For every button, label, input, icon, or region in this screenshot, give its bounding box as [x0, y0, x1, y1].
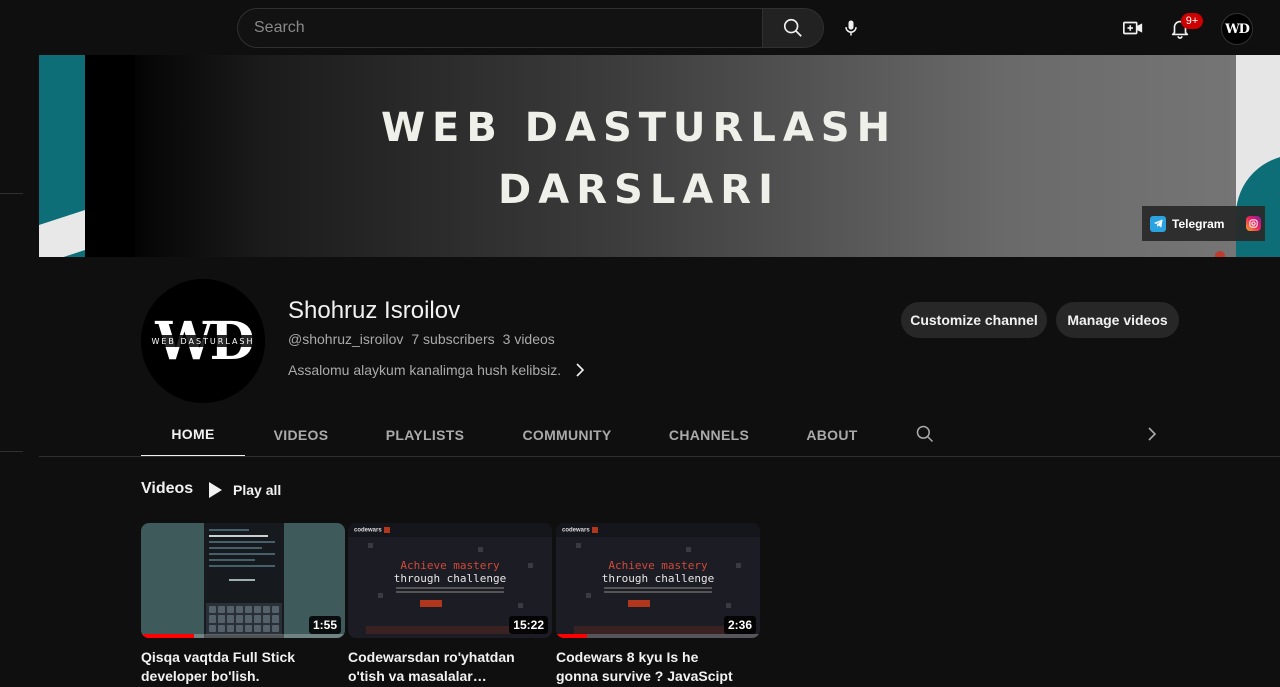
tabs-divider [39, 456, 1280, 457]
tab-playlists[interactable]: PLAYLISTS [357, 412, 493, 457]
thumbnail-decor [576, 543, 581, 548]
instagram-icon[interactable] [1246, 216, 1262, 231]
thumbnail-text-lines [396, 587, 504, 595]
manage-videos-button[interactable]: Manage videos [1056, 302, 1179, 338]
search-button[interactable] [762, 8, 824, 48]
guide-divider [0, 451, 23, 452]
tabs-next-button[interactable] [1142, 424, 1162, 444]
watch-progress [141, 634, 195, 638]
avatar-subtext: WEB DASTURLASH [151, 337, 254, 346]
telegram-link[interactable]: Telegram [1172, 217, 1224, 231]
subscriber-count: 7 subscribers [411, 331, 495, 347]
thumbnail-decor [574, 626, 742, 634]
thumbnail-subheading: through challenge [601, 572, 715, 585]
thumbnail-cta [420, 600, 442, 607]
video-duration: 15:22 [509, 616, 548, 634]
watch-progress [556, 634, 587, 638]
watch-progress-track [556, 634, 760, 638]
thumbnail-text-lines [209, 529, 275, 581]
search-box [237, 8, 824, 48]
thumbnail-text-lines [604, 587, 712, 595]
video-duration: 1:55 [308, 616, 341, 634]
banner-shape [1215, 251, 1225, 257]
thumbnail-decor [686, 547, 691, 552]
thumbnail-heading: Achieve mastery [400, 559, 500, 572]
chevron-right-icon [576, 363, 585, 377]
channel-meta: @shohruz_isroilov 7 subscribers 3 videos [288, 331, 555, 347]
video-title[interactable]: Qisqa vaqtda Full Stick developer bo'lis… [141, 648, 321, 686]
banner-shape [85, 55, 135, 257]
search-icon [783, 18, 802, 37]
guide-divider [0, 193, 23, 194]
thumbnail-subheading: through challenge [393, 572, 507, 585]
mic-icon [845, 20, 857, 36]
video-thumbnail[interactable]: codewars Achieve mastery through challen… [556, 523, 760, 638]
video-duration: 2:36 [723, 616, 756, 634]
tab-videos[interactable]: VIDEOS [245, 412, 357, 457]
channel-description-text: Assalomu alaykum kanalimga hush kelibsiz… [288, 362, 562, 378]
thumbnail-decor [478, 547, 483, 552]
account-avatar[interactable]: WD [1221, 13, 1253, 45]
video-card[interactable]: codewars Achieve mastery through challen… [556, 523, 760, 686]
shelf-title[interactable]: Videos [141, 480, 193, 498]
thumbnail-keyboard [206, 603, 282, 635]
play-all-label: Play all [233, 482, 282, 498]
tab-channels[interactable]: CHANNELS [641, 412, 777, 457]
voice-search-button[interactable] [832, 8, 870, 48]
masthead: 9+ WD [0, 0, 1280, 56]
video-card[interactable]: 1:55 Qisqa vaqtda Full Stick developer b… [141, 523, 345, 686]
banner-title: DARSLARI [498, 167, 780, 213]
channel-name: Shohruz Isroilov [288, 297, 461, 324]
codewars-logo: codewars [354, 527, 390, 534]
thumbnail-decor [726, 603, 731, 608]
channel-search-button[interactable] [912, 422, 938, 446]
channel-banner: WEB DASTURLASH DARSLARI Telegram [39, 55, 1280, 257]
search-input[interactable] [237, 8, 762, 48]
video-thumbnail[interactable]: codewars Achieve mastery through challen… [348, 523, 552, 638]
search-icon [916, 425, 934, 443]
video-thumbnail[interactable]: 1:55 [141, 523, 345, 638]
channel-avatar: WD WEB DASTURLASH [141, 279, 265, 403]
video-count: 3 videos [502, 331, 555, 347]
thumbnail-decor [518, 603, 523, 608]
video-title[interactable]: Codewars 8 kyu Is he gonna survive ? Jav… [556, 648, 736, 686]
create-video-icon [1123, 21, 1143, 35]
channel-handle: @shohruz_isroilov [288, 331, 404, 347]
thumbnail-heading: Achieve mastery [608, 559, 708, 572]
notification-badge: 9+ [1181, 13, 1203, 29]
thumbnail-decor [378, 593, 383, 598]
channel-logo: WD WEB DASTURLASH [141, 279, 265, 403]
thumbnail-decor [586, 593, 591, 598]
channel-tabs: HOME VIDEOS PLAYLISTS COMMUNITY CHANNELS… [141, 412, 887, 457]
play-icon [209, 482, 222, 498]
thumbnail-decor [368, 543, 373, 548]
telegram-icon[interactable] [1150, 215, 1166, 232]
customize-channel-button[interactable]: Customize channel [901, 302, 1047, 338]
banner-links: Telegram [1142, 206, 1265, 241]
play-all-button[interactable]: Play all [207, 480, 281, 500]
codewars-logo: codewars [562, 527, 598, 534]
tab-about[interactable]: ABOUT [777, 412, 887, 457]
channel-description[interactable]: Assalomu alaykum kanalimga hush kelibsiz… [288, 360, 585, 380]
video-title[interactable]: Codewarsdan ro'yhatdan o'tish va masalal… [348, 648, 528, 686]
chevron-right-icon [1148, 427, 1157, 441]
banner-title: WEB DASTURLASH [380, 105, 898, 151]
tab-community[interactable]: COMMUNITY [493, 412, 641, 457]
tab-home[interactable]: HOME [141, 412, 245, 457]
create-button[interactable] [1113, 8, 1153, 48]
thumbnail-cta [628, 600, 650, 607]
video-card[interactable]: codewars Achieve mastery through challen… [348, 523, 552, 686]
